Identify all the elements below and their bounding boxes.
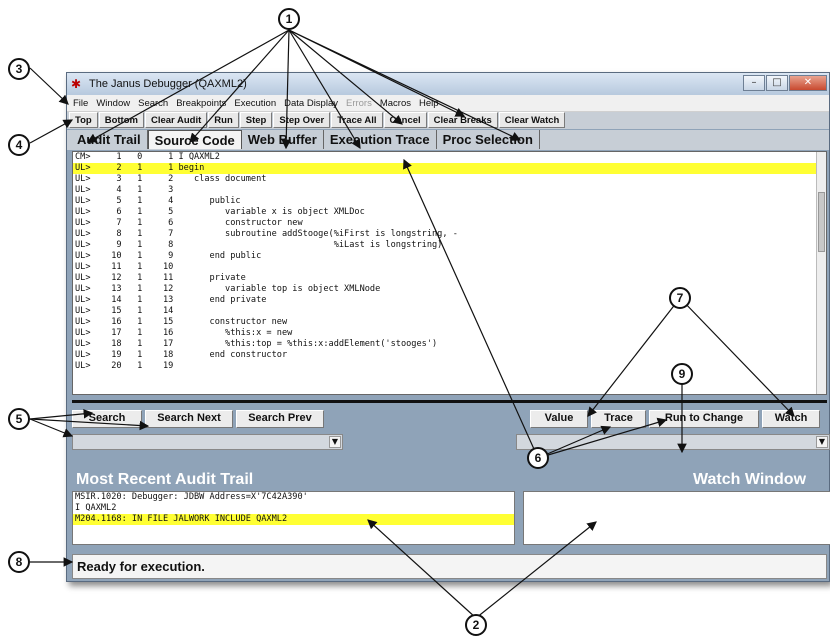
step-button[interactable]: Step <box>239 112 273 128</box>
source-code-pane[interactable]: CM> 1 0 1 I QAXML2 UL> 2 1 1 begin UL> 3… <box>72 151 827 395</box>
source-line[interactable]: UL> 7 1 6 constructor new <box>73 218 817 229</box>
search-prev-button[interactable]: Search Prev <box>236 410 324 428</box>
menu-file[interactable]: File <box>69 98 92 109</box>
tab-source-code[interactable]: Source Code <box>147 130 242 149</box>
menu-window[interactable]: Window <box>92 98 134 109</box>
close-icon[interactable]: ✕ <box>789 75 827 91</box>
menu-data-display[interactable]: Data Display <box>280 98 342 109</box>
menu-help[interactable]: Help <box>415 98 443 109</box>
status-bar: Ready for execution. <box>72 554 827 579</box>
search-next-button[interactable]: Search Next <box>145 410 233 428</box>
minimize-icon[interactable]: – <box>743 75 765 91</box>
pane-divider[interactable] <box>72 400 827 403</box>
title-bar[interactable]: ✱ The Janus Debugger (QAXML2) – □ ✕ <box>67 73 829 95</box>
bottom-button[interactable]: Bottom <box>98 112 144 128</box>
audit-line: MSIR.1020: Debugger: JDBW Address=X'7C42… <box>75 492 308 502</box>
clear-watch-button[interactable]: Clear Watch <box>498 112 566 128</box>
callout-5: 5 <box>8 408 30 430</box>
source-line[interactable]: UL> 8 1 7 subroutine addStooge(%iFirst i… <box>73 229 817 240</box>
step-over-button[interactable]: Step Over <box>273 112 331 128</box>
menu-errors[interactable]: Errors <box>342 98 376 109</box>
search-button-row: Search Search Next Search Prev <box>72 410 327 428</box>
source-line[interactable]: UL> 11 1 10 <box>73 262 817 273</box>
chevron-down-icon[interactable]: ▼ <box>816 436 828 448</box>
source-line[interactable]: UL> 10 1 9 end public <box>73 251 817 262</box>
callout-8: 8 <box>8 551 30 573</box>
trace-all-button[interactable]: Trace All <box>331 112 383 128</box>
tab-web-buffer[interactable]: Web Buffer <box>242 130 324 149</box>
search-button[interactable]: Search <box>72 410 142 428</box>
watch-button-row: Value Trace Run to Change Watch <box>530 410 823 428</box>
watch-pane-title: Watch Window <box>693 471 807 488</box>
tab-bar: Audit Trail Source Code Web Buffer Execu… <box>67 130 829 150</box>
watch-window-pane[interactable] <box>523 491 830 545</box>
source-line-current[interactable]: UL> 2 1 1 begin <box>73 163 817 174</box>
source-line[interactable]: CM> 1 0 1 I QAXML2 <box>73 152 817 163</box>
menu-bar: File Window Search Breakpoints Execution… <box>67 95 829 112</box>
source-line[interactable]: UL> 13 1 12 variable top is object XMLNo… <box>73 284 817 295</box>
search-input[interactable]: ▼ <box>72 434 343 450</box>
audit-line-highlighted: M204.1168: IN FILE JALWORK INCLUDE QAXML… <box>73 514 514 525</box>
clear-audit-button[interactable]: Clear Audit <box>144 112 208 128</box>
chevron-down-icon[interactable]: ▼ <box>329 436 341 448</box>
source-line[interactable]: UL> 4 1 3 <box>73 185 817 196</box>
source-line[interactable]: UL> 20 1 19 <box>73 361 817 372</box>
source-line[interactable]: UL> 3 1 2 class document <box>73 174 817 185</box>
maximize-icon[interactable]: □ <box>766 75 788 91</box>
callout-9: 9 <box>671 363 693 385</box>
audit-line: I QAXML2 <box>75 503 117 513</box>
top-button[interactable]: Top <box>69 112 98 128</box>
callout-2: 2 <box>465 614 487 636</box>
scrollbar-thumb[interactable] <box>818 192 825 252</box>
window-controls: – □ ✕ <box>742 75 827 91</box>
menu-execution[interactable]: Execution <box>230 98 280 109</box>
source-line[interactable]: UL> 19 1 18 end constructor <box>73 350 817 361</box>
trace-button[interactable]: Trace <box>591 410 646 428</box>
source-line[interactable]: UL> 18 1 17 %this:top = %this:x:addEleme… <box>73 339 817 350</box>
source-scrollbar[interactable] <box>816 152 826 394</box>
audit-trail-pane[interactable]: MSIR.1020: Debugger: JDBW Address=X'7C42… <box>72 491 515 545</box>
janus-bug-icon: ✱ <box>71 77 82 91</box>
tab-audit-trail[interactable]: Audit Trail <box>71 130 148 149</box>
clear-breaks-button[interactable]: Clear Breaks <box>427 112 498 128</box>
cancel-button[interactable]: Cancel <box>383 112 427 128</box>
toolbar: Top Bottom Clear Audit Run Step Step Ove… <box>67 112 829 129</box>
tab-execution-trace[interactable]: Execution Trace <box>324 130 437 149</box>
source-line[interactable]: UL> 5 1 4 public <box>73 196 817 207</box>
window-title: The Janus Debugger (QAXML2) <box>89 78 247 90</box>
annotated-screenshot: ✱ The Janus Debugger (QAXML2) – □ ✕ File… <box>0 0 830 639</box>
menu-search[interactable]: Search <box>134 98 172 109</box>
source-line[interactable]: UL> 14 1 13 end private <box>73 295 817 306</box>
watch-button[interactable]: Watch <box>762 410 820 428</box>
menu-macros[interactable]: Macros <box>376 98 415 109</box>
callout-6: 6 <box>527 447 549 469</box>
source-line[interactable]: UL> 15 1 14 <box>73 306 817 317</box>
watch-input[interactable]: ▼ <box>516 434 830 450</box>
callout-7: 7 <box>669 287 691 309</box>
source-line[interactable]: UL> 17 1 16 %this:x = new <box>73 328 817 339</box>
source-line[interactable]: UL> 12 1 11 private <box>73 273 817 284</box>
run-button[interactable]: Run <box>208 112 239 128</box>
tab-proc-selection[interactable]: Proc Selection <box>437 130 540 149</box>
source-line[interactable]: UL> 6 1 5 variable x is object XMLDoc <box>73 207 817 218</box>
source-line[interactable]: UL> 9 1 8 %iLast is longstring) <box>73 240 817 251</box>
run-to-change-button[interactable]: Run to Change <box>649 410 759 428</box>
menu-breakpoints[interactable]: Breakpoints <box>172 98 230 109</box>
audit-pane-title: Most Recent Audit Trail <box>76 471 254 488</box>
callout-3: 3 <box>8 58 30 80</box>
debugger-window: ✱ The Janus Debugger (QAXML2) – □ ✕ File… <box>66 72 830 582</box>
value-button[interactable]: Value <box>530 410 588 428</box>
callout-1: 1 <box>278 8 300 30</box>
callout-4: 4 <box>8 134 30 156</box>
source-line[interactable]: UL> 16 1 15 constructor new <box>73 317 817 328</box>
